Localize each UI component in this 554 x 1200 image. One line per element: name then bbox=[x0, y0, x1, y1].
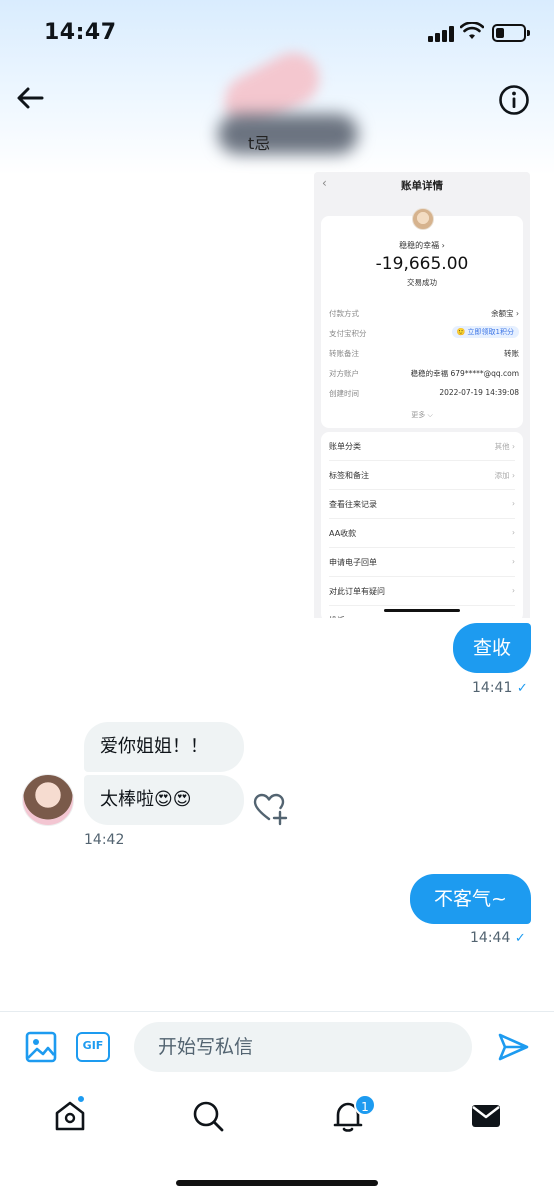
home-indicator bbox=[176, 1180, 378, 1186]
info-icon[interactable] bbox=[498, 84, 530, 116]
home-badge-dot bbox=[76, 1094, 86, 1104]
outgoing-message[interactable]: 不客气~ bbox=[410, 874, 531, 924]
detail-row: 创建时间 2022-07-19 14:39:08 bbox=[329, 388, 519, 398]
incoming-message[interactable]: 爱你姐姐！！ bbox=[84, 722, 244, 772]
detail-row: 转账备注 转账 bbox=[329, 349, 519, 358]
read-check-icon: ✓ bbox=[514, 931, 526, 946]
bill-summary-card: 稳稳的幸福 › -19,665.00 交易成功 付款方式 余额宝 › 支付宝积分 🙂… bbox=[321, 208, 523, 428]
sender-avatar[interactable] bbox=[22, 774, 74, 826]
outgoing-message[interactable]: 查收 bbox=[453, 623, 531, 673]
list-item: 账单分类 其他 › bbox=[329, 432, 515, 461]
send-icon[interactable] bbox=[496, 1030, 530, 1064]
detail-row: 支付宝积分 🙂 立即领取1积分 bbox=[329, 326, 519, 340]
signal-icon bbox=[428, 26, 454, 42]
bill-status: 交易成功 bbox=[407, 278, 437, 287]
screenshot-header: ‹ 账单详情 bbox=[314, 172, 530, 200]
blurred-contact-avatar[interactable]: t忌 bbox=[208, 43, 358, 166]
back-arrow-icon[interactable] bbox=[14, 82, 46, 114]
list-item: 申请电子回单 › bbox=[329, 548, 515, 577]
battery-icon bbox=[492, 24, 530, 42]
bill-options-list: 账单分类 其他 › 标签和备注 添加 › 查看往来记录 › AA收款 › 申请电子回单 ›… bbox=[321, 432, 523, 618]
image-icon[interactable] bbox=[24, 1030, 58, 1064]
shared-screenshot-image[interactable]: ‹ 账单详情 稳稳的幸福 › -19,665.00 交易成功 付款方式 余额宝 ›… bbox=[314, 172, 530, 618]
status-time: 14:47 bbox=[44, 20, 117, 45]
list-item: AA收款 › bbox=[329, 519, 515, 548]
detail-row: 付款方式 余额宝 › bbox=[329, 309, 519, 318]
message-timestamp: 14:44 ✓ bbox=[470, 930, 526, 946]
payee-name: 稳稳的幸福 › bbox=[399, 241, 445, 250]
contact-name: t忌 bbox=[248, 134, 271, 153]
list-item: 投诉› bbox=[329, 606, 515, 618]
list-item: 查看往来记录 › bbox=[329, 490, 515, 519]
messages-mail-icon[interactable] bbox=[468, 1098, 504, 1134]
screenshot-title: 账单详情 bbox=[401, 180, 443, 192]
message-timestamp: 14:41 ✓ bbox=[472, 680, 528, 696]
wifi-icon bbox=[460, 22, 484, 39]
notifications-badge: 1 bbox=[354, 1094, 376, 1116]
more-link: 更多 ⌵ bbox=[411, 411, 433, 419]
search-icon[interactable] bbox=[190, 1098, 226, 1134]
list-item: 对此订单有疑问 › bbox=[329, 577, 515, 606]
divider bbox=[0, 1011, 554, 1012]
payee-avatar bbox=[412, 208, 434, 230]
bill-amount: -19,665.00 bbox=[375, 254, 469, 274]
detail-row: 对方账户 稳稳的幸福 679*****@qq.com bbox=[329, 369, 519, 378]
screenshot-home-indicator bbox=[384, 609, 460, 612]
read-check-icon: ✓ bbox=[516, 681, 528, 696]
add-reaction-heart-icon[interactable] bbox=[252, 792, 288, 826]
message-timestamp: 14:42 bbox=[84, 832, 125, 848]
incoming-message[interactable]: 太棒啦😍😍 bbox=[84, 775, 244, 825]
list-item: 标签和备注 添加 › bbox=[329, 461, 515, 490]
gif-button[interactable]: GIF bbox=[76, 1032, 110, 1062]
message-input[interactable] bbox=[134, 1022, 472, 1072]
